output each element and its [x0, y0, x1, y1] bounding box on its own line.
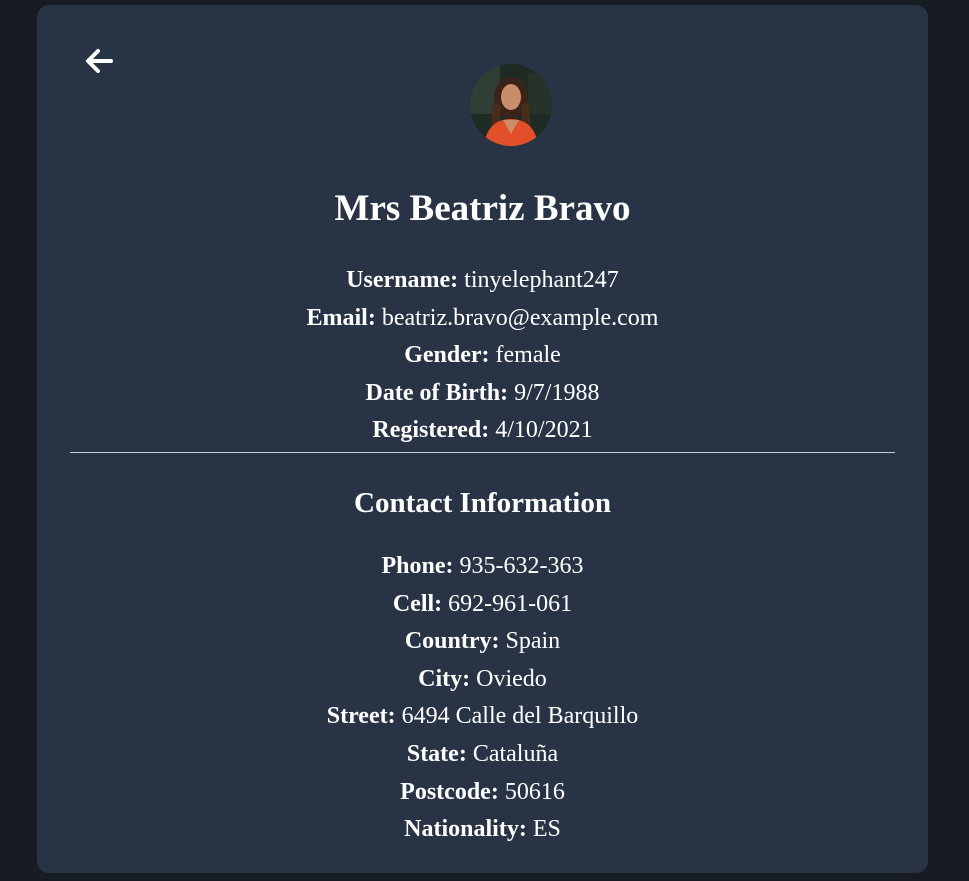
cell-label: Cell:	[392, 590, 443, 617]
gender-value: female	[495, 342, 561, 369]
cell-row: Cell: 692-961-061	[37, 586, 928, 624]
state-row: State: Cataluña	[37, 736, 928, 774]
registered-row: Registered: 4/10/2021	[37, 412, 928, 450]
city-label: City:	[418, 665, 471, 692]
city-row: City: Oviedo	[37, 661, 928, 699]
avatar	[470, 64, 552, 146]
contact-info: Phone: 935-632-363 Cell: 692-961-061 Cou…	[37, 548, 928, 849]
email-row: Email: beatriz.bravo@example.com	[37, 300, 928, 338]
gender-row: Gender: female	[37, 337, 928, 375]
registered-value: 4/10/2021	[495, 417, 593, 444]
phone-row: Phone: 935-632-363	[37, 548, 928, 586]
postcode-value: 50616	[504, 778, 565, 805]
username-row: Username: tinyelephant247	[37, 262, 928, 300]
username-value: tinyelephant247	[464, 267, 619, 293]
registered-label: Registered:	[372, 417, 490, 444]
country-value: Spain	[505, 628, 561, 655]
user-photo-icon	[470, 64, 552, 146]
dob-row: Date of Birth: 9/7/1988	[37, 375, 928, 413]
city-value: Oviedo	[476, 665, 547, 692]
country-label: Country:	[404, 628, 500, 655]
basic-info: Username: tinyelephant247 Email: beatriz…	[37, 262, 928, 450]
username-label: Username:	[346, 267, 459, 293]
divider	[70, 452, 895, 453]
country-row: Country: Spain	[37, 623, 928, 661]
phone-label: Phone:	[381, 553, 454, 579]
cell-value: 692-961-061	[448, 590, 573, 617]
nationality-value: ES	[532, 816, 561, 843]
state-value: Cataluña	[472, 740, 559, 767]
dob-label: Date of Birth:	[365, 379, 509, 406]
email-value: beatriz.bravo@example.com	[381, 304, 659, 331]
profile-card: Mrs Beatriz Bravo Username: tinyelephant…	[37, 5, 928, 873]
back-button[interactable]	[81, 43, 117, 79]
phone-value: 935-632-363	[459, 553, 584, 579]
nationality-label: Nationality:	[404, 816, 527, 843]
profile-name: Mrs Beatriz Bravo	[334, 188, 631, 229]
arrow-left-icon	[86, 49, 113, 73]
street-row: Street: 6494 Calle del Barquillo	[37, 698, 928, 736]
street-value: 6494 Calle del Barquillo	[401, 703, 639, 730]
email-label: Email:	[306, 304, 376, 331]
street-label: Street:	[326, 703, 396, 730]
nationality-row: Nationality: ES	[37, 811, 928, 849]
postcode-row: Postcode: 50616	[37, 774, 928, 812]
postcode-label: Postcode:	[400, 778, 499, 805]
state-label: State:	[406, 740, 467, 767]
contact-section-title: Contact Information	[354, 487, 611, 519]
gender-label: Gender:	[404, 342, 490, 369]
dob-value: 9/7/1988	[514, 379, 600, 406]
